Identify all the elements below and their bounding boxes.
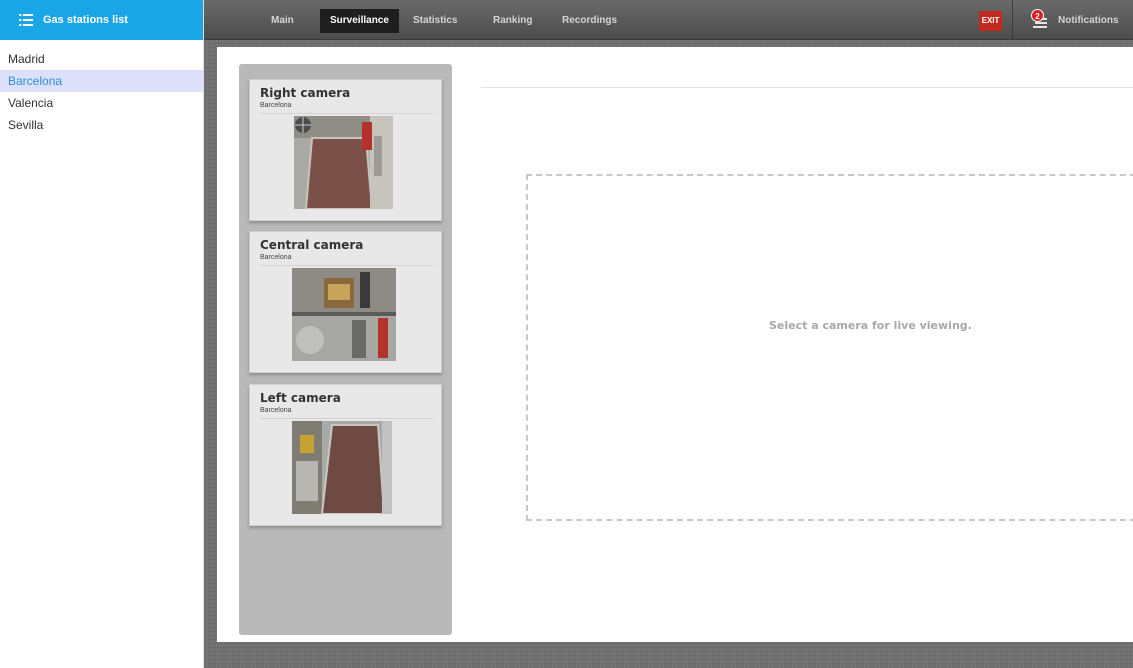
nav-divider xyxy=(1012,0,1013,40)
camera-divider xyxy=(260,418,433,419)
tab-main[interactable]: Main xyxy=(261,9,304,33)
notifications-button[interactable]: 2 Notifications xyxy=(1027,8,1119,32)
camera-card-left[interactable]: Left camera Barcelona xyxy=(249,384,442,526)
camera-location: Barcelona xyxy=(260,407,292,414)
station-list: Madrid Barcelona Valencia Sevilla xyxy=(0,48,203,136)
list-icon xyxy=(19,14,33,26)
tab-statistics[interactable]: Statistics xyxy=(403,9,467,33)
main-area: Right camera Barcelona Central camera Ba… xyxy=(204,40,1133,668)
camera-thumbnail xyxy=(292,421,392,514)
camera-thumbnail xyxy=(294,116,393,209)
camera-name: Right camera xyxy=(260,86,351,100)
viewer-top-rule xyxy=(481,87,1133,88)
camera-location: Barcelona xyxy=(260,254,292,261)
sidebar-title: Gas stations list xyxy=(43,14,128,26)
tab-surveillance[interactable]: Surveillance xyxy=(320,9,399,33)
surveillance-panel: Right camera Barcelona Central camera Ba… xyxy=(217,47,1133,642)
top-nav-bar: Main Surveillance Statistics Ranking Rec… xyxy=(204,0,1133,40)
camera-thumbnail xyxy=(292,268,396,361)
exit-button[interactable]: EXIT xyxy=(979,11,1002,31)
camera-card-right[interactable]: Right camera Barcelona xyxy=(249,79,442,221)
live-view-area[interactable]: Select a camera for live viewing. xyxy=(526,174,1133,521)
station-item-barcelona[interactable]: Barcelona xyxy=(0,70,203,92)
camera-list: Right camera Barcelona Central camera Ba… xyxy=(239,64,452,635)
gas-stations-sidebar: Gas stations list Madrid Barcelona Valen… xyxy=(0,0,204,668)
station-item-madrid[interactable]: Madrid xyxy=(0,48,203,70)
notifications-icon: 2 xyxy=(1027,9,1051,31)
station-item-valencia[interactable]: Valencia xyxy=(0,92,203,114)
sidebar-header: Gas stations list xyxy=(0,0,203,40)
live-view-placeholder: Select a camera for live viewing. xyxy=(769,319,972,332)
notifications-badge: 2 xyxy=(1031,9,1044,22)
camera-name: Left camera xyxy=(260,391,341,405)
tab-recordings[interactable]: Recordings xyxy=(552,9,627,33)
tab-ranking[interactable]: Ranking xyxy=(483,9,542,33)
camera-divider xyxy=(260,113,433,114)
camera-card-central[interactable]: Central camera Barcelona xyxy=(249,231,442,373)
station-item-sevilla[interactable]: Sevilla xyxy=(0,114,203,136)
camera-divider xyxy=(260,265,433,266)
notifications-label: Notifications xyxy=(1058,14,1119,26)
camera-name: Central camera xyxy=(260,238,364,252)
camera-location: Barcelona xyxy=(260,102,292,109)
